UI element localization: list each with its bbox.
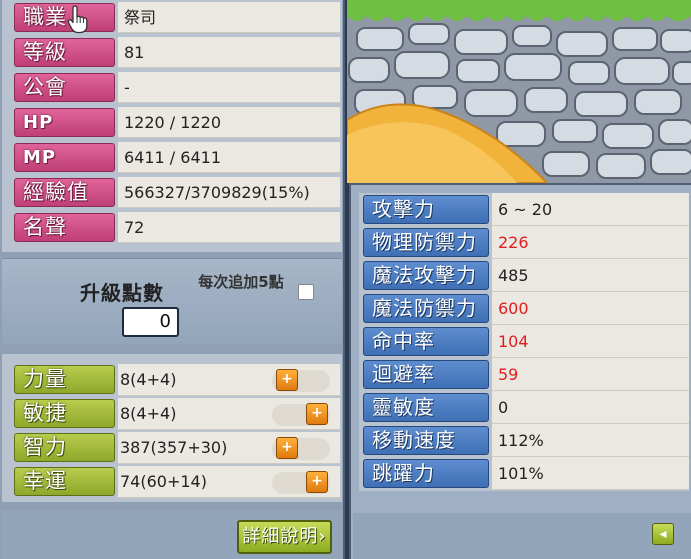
magic-def-label: 魔法防禦力 [363,294,489,323]
arrow-left-icon: ◂ [659,526,667,542]
auto-add-label: 每次追加5點 [198,273,284,291]
speed-label: 移動速度 [363,426,489,455]
avoid-label: 迴避率 [363,360,489,389]
dex-add-button[interactable]: + [306,403,328,425]
luk-add-button[interactable]: + [306,471,328,493]
accuracy-label: 命中率 [363,327,489,356]
stat-row-dex: 敏捷 8(4+4) + [6,398,340,430]
detail-row-jump: 跳躍力 101% [359,457,689,490]
job-label: 職業 [14,3,115,32]
ability-points-label: 升級點數 [80,281,164,305]
accuracy-value: 104 [492,325,689,358]
info-row-job: 職業 祭司 [6,2,340,33]
info-row-fame: 名聲 72 [6,212,340,243]
info-row-level: 等級 81 [6,37,340,68]
stats-section: 力量 8(4+4) + 敏捷 8(4+4) + 智力 387(357+30) +… [2,354,342,502]
detail-row-accuracy: 命中率 104 [359,325,689,358]
stat-row-int: 智力 387(357+30) + [6,432,340,464]
magic-atk-value: 485 [492,259,689,292]
phys-def-label: 物理防禦力 [363,228,489,257]
collapse-button[interactable]: ◂ [652,523,674,545]
game-background-scene [347,0,691,183]
detail-row-attack: 攻擊力 6 ~ 20 [359,193,689,226]
info-row-hp: HP 1220 / 1220 [6,107,340,138]
detail-stat-window: 攻擊力 6 ~ 20 物理防禦力 226 魔法攻擊力 485 魔法防禦力 600… [349,183,691,559]
ability-points-value: 0 [122,307,179,337]
mp-value: 6411 / 6411 [118,142,340,173]
phys-def-value: 226 [492,226,689,259]
fame-label: 名聲 [14,213,115,242]
magic-def-value: 600 [492,292,689,325]
exp-label: 經驗值 [14,178,115,207]
guild-value: - [118,72,340,103]
exp-value: 566327/3709829(15%) [118,177,340,208]
str-label: 力量 [14,365,115,394]
info-row-exp: 經驗值 566327/3709829(15%) [6,177,340,208]
hp-value: 1220 / 1220 [118,107,340,138]
detail-row-avoid: 迴避率 59 [359,358,689,391]
str-add-button[interactable]: + [276,369,298,391]
detail-row-phys-def: 物理防禦力 226 [359,226,689,259]
mp-label: MP [14,143,115,172]
int-label: 智力 [14,433,115,462]
jump-value: 101% [492,457,689,490]
basic-info-section: 職業 祭司 等級 81 公會 - HP 1220 / 1220 MP 6411 … [2,0,342,252]
stat-row-luk: 幸運 74(60+14) + [6,466,340,498]
guild-label: 公會 [14,73,115,102]
attack-label: 攻擊力 [363,195,489,224]
hp-label: HP [14,108,115,137]
auto-add-checkbox[interactable] [298,284,314,300]
detail-button[interactable]: 詳細說明› [237,520,332,554]
character-stat-window: 職業 祭司 等級 81 公會 - HP 1220 / 1220 MP 6411 … [0,0,345,559]
detail-row-magic-atk: 魔法攻擊力 485 [359,259,689,292]
speed-value: 112% [492,424,689,457]
info-row-guild: 公會 - [6,72,340,103]
info-row-mp: MP 6411 / 6411 [6,142,340,173]
jump-label: 跳躍力 [363,459,489,488]
hands-label: 靈敏度 [363,393,489,422]
detail-stats-section: 攻擊力 6 ~ 20 物理防禦力 226 魔法攻擊力 485 魔法防禦力 600… [359,193,689,491]
hand-pointer-icon [67,5,88,34]
level-label: 等級 [14,38,115,67]
magic-atk-label: 魔法攻擊力 [363,261,489,290]
dex-label: 敏捷 [14,399,115,428]
int-add-button[interactable]: + [276,437,298,459]
job-value: 祭司 [118,2,340,33]
detail-row-speed: 移動速度 112% [359,424,689,457]
luk-label: 幸運 [14,467,115,496]
hands-value: 0 [492,391,689,424]
right-window-footer [353,513,691,559]
ability-points-section: 升級點數 0 每次追加5點 [2,258,342,344]
stat-row-str: 力量 8(4+4) + [6,364,340,396]
attack-value: 6 ~ 20 [492,193,689,226]
avoid-value: 59 [492,358,689,391]
detail-row-magic-def: 魔法防禦力 600 [359,292,689,325]
level-value: 81 [118,37,340,68]
detail-row-hands: 靈敏度 0 [359,391,689,424]
fame-value: 72 [118,212,340,243]
